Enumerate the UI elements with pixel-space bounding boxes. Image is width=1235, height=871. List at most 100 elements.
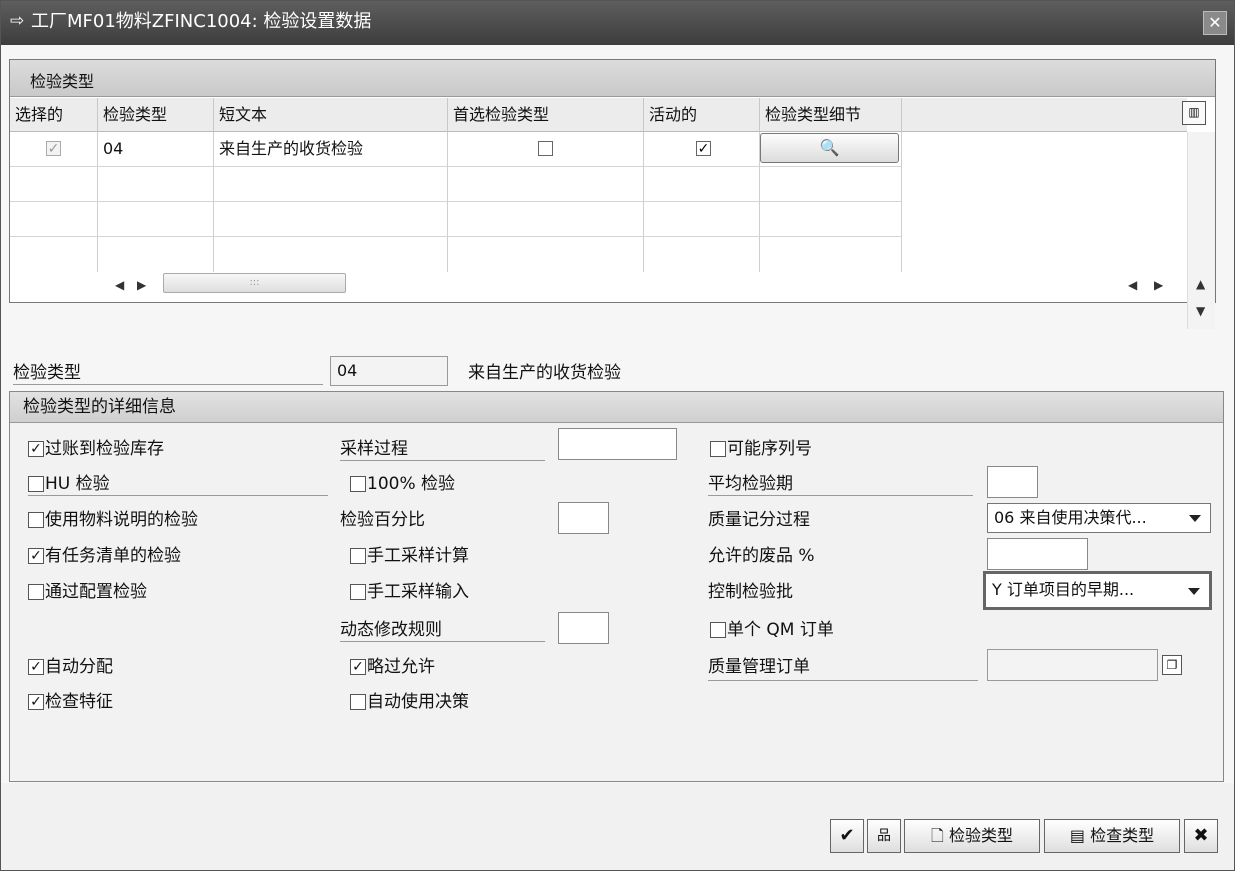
- row-details-cell[interactable]: 🔍: [760, 132, 902, 167]
- cancel-button[interactable]: ✖: [1184, 819, 1218, 853]
- control-lot-dropdown[interactable]: Y 订单项目的早期...: [983, 571, 1212, 610]
- scroll-left-icon[interactable]: ◀: [115, 278, 124, 292]
- inspection-type-grid: 检验类型 选择的 检验类型 短文本 首选检验类型 活动的 检验类型细节 ▥ ✓ …: [9, 59, 1216, 329]
- checkbox[interactable]: [350, 548, 366, 564]
- col-header-details[interactable]: 检验类型细节: [760, 98, 902, 132]
- window-menu-icon[interactable]: ⇨: [10, 12, 28, 30]
- hierarchy-button[interactable]: 品: [867, 819, 901, 853]
- hu-inspection-checkbox[interactable]: HU 检验: [28, 473, 328, 496]
- table-row-selected-cell[interactable]: ✓: [10, 132, 98, 167]
- dynamic-rule-field[interactable]: [558, 612, 609, 644]
- checkbox-label: 100% 检验: [367, 474, 456, 494]
- table-row: [214, 167, 448, 202]
- checkbox[interactable]: [350, 476, 366, 492]
- col-header-preferred[interactable]: 首选检验类型: [448, 98, 644, 132]
- col-header-selected[interactable]: 选择的: [10, 98, 98, 132]
- allowed-scrap-label: 允许的废品 %: [708, 546, 815, 566]
- close-button[interactable]: ✕: [1203, 11, 1227, 35]
- row-active-checkbox[interactable]: ✓: [696, 141, 711, 156]
- details-group: 检验类型的详细信息 ✓ 过账到检验库存 HU 检验 使用物料说明的检验 ✓ 有任…: [9, 391, 1224, 782]
- table-row: [448, 202, 644, 237]
- control-lot-label: 控制检验批: [708, 582, 793, 602]
- column-settings-icon[interactable]: ▥: [1182, 101, 1206, 125]
- checkbox-label: 单个 QM 订单: [727, 620, 834, 640]
- row-type-cell[interactable]: 04: [98, 132, 214, 167]
- table-row: [448, 167, 644, 202]
- table-row: [98, 237, 214, 272]
- sampling-procedure-label: 采样过程: [340, 438, 545, 461]
- details-button[interactable]: 🔍: [760, 133, 899, 163]
- checkbox-label: HU 检验: [45, 474, 110, 494]
- table-row: [10, 237, 98, 272]
- table-row: [214, 237, 448, 272]
- checkbox-label: 可能序列号: [727, 439, 812, 459]
- checkbox[interactable]: [28, 476, 44, 492]
- checkbox[interactable]: ✓: [28, 548, 44, 564]
- inspection-type-button[interactable]: 🗋 检验类型: [904, 819, 1040, 853]
- checkbox-label: 使用物料说明的检验: [45, 510, 198, 530]
- vertical-scrollbar[interactable]: ▲ ▼: [1187, 132, 1215, 329]
- col-header-type[interactable]: 检验类型: [98, 98, 214, 132]
- row-preferred-checkbox[interactable]: [538, 141, 553, 156]
- checkbox[interactable]: ✓: [28, 441, 44, 457]
- new-document-icon: 🗋: [931, 826, 944, 845]
- checkbox[interactable]: [350, 584, 366, 600]
- check-type-button[interactable]: ▤ 检查类型: [1044, 819, 1180, 853]
- row-selected-checkbox[interactable]: ✓: [46, 141, 61, 156]
- cancel-icon: ✖: [1193, 825, 1209, 846]
- window-title: 工厂MF01物料ZFINC1004: 检验设置数据: [31, 11, 372, 32]
- table-row: [760, 202, 902, 237]
- allowed-scrap-field[interactable]: [987, 538, 1088, 570]
- table-row: [760, 167, 902, 202]
- table-row: [644, 167, 760, 202]
- grid-title: 检验类型: [30, 72, 95, 91]
- dialog-window: ⇨ 工厂MF01物料ZFINC1004: 检验设置数据 ✕ 检验类型 选择的 检…: [0, 0, 1235, 871]
- checkbox-label: 略过允许: [367, 657, 435, 677]
- qm-order-field[interactable]: [987, 649, 1158, 681]
- quality-score-dropdown[interactable]: 06 来自使用决策代...: [987, 503, 1211, 533]
- magnifier-icon: 🔍: [819, 138, 840, 157]
- row-preferred-cell[interactable]: [448, 132, 644, 167]
- row-active-cell[interactable]: ✓: [644, 132, 760, 167]
- checkbox[interactable]: ✓: [28, 659, 44, 675]
- chevron-down-icon[interactable]: [1189, 515, 1201, 522]
- scroll-left-right-icon[interactable]: ◀: [1128, 278, 1137, 292]
- table-row: [644, 202, 760, 237]
- checkbox-label: 有任务清单的检验: [45, 546, 181, 566]
- checkbox[interactable]: [28, 584, 44, 600]
- checkbox[interactable]: ✓: [350, 659, 366, 675]
- checkbox[interactable]: [350, 694, 366, 710]
- checkbox[interactable]: [28, 512, 44, 528]
- copy-icon[interactable]: ❐: [1162, 655, 1182, 675]
- checkbox[interactable]: [710, 441, 726, 457]
- scroll-right-icon[interactable]: ▶: [137, 278, 146, 292]
- hierarchy-icon: 品: [877, 828, 891, 844]
- checkbox[interactable]: [710, 622, 726, 638]
- scroll-right-right-icon[interactable]: ▶: [1154, 278, 1163, 292]
- scroll-down-icon[interactable]: ▼: [1196, 304, 1205, 318]
- dropdown-value: Y 订单项目的早期...: [992, 580, 1135, 599]
- col-header-short-text[interactable]: 短文本: [214, 98, 448, 132]
- horizontal-scroll-thumb[interactable]: :::: [163, 273, 346, 293]
- table-row: [214, 202, 448, 237]
- checkbox-label: 通过配置检验: [45, 582, 147, 602]
- table-row: [98, 202, 214, 237]
- avg-inspection-duration-field[interactable]: [987, 466, 1038, 498]
- inspection-type-button-label: 检验类型: [948, 826, 1013, 845]
- confirm-button[interactable]: ✔: [830, 819, 864, 853]
- chevron-down-icon[interactable]: [1188, 588, 1200, 595]
- sampling-procedure-field[interactable]: [558, 428, 677, 460]
- row-short-text-cell[interactable]: 来自生产的收货检验: [214, 132, 448, 167]
- scroll-up-icon[interactable]: ▲: [1196, 277, 1205, 291]
- table-row: [760, 237, 902, 272]
- inspection-type-field[interactable]: 04: [330, 356, 448, 386]
- inspection-type-description: 来自生产的收货检验: [468, 363, 621, 383]
- col-header-active[interactable]: 活动的: [644, 98, 760, 132]
- table-row: [644, 237, 760, 272]
- quality-score-label: 质量记分过程: [708, 510, 810, 530]
- checkbox-label: 过账到检验库存: [45, 439, 164, 459]
- inspection-type-label: 检验类型: [13, 362, 323, 385]
- details-title: 检验类型的详细信息: [23, 397, 176, 417]
- checkbox[interactable]: ✓: [28, 694, 44, 710]
- inspection-percent-field[interactable]: [558, 502, 609, 534]
